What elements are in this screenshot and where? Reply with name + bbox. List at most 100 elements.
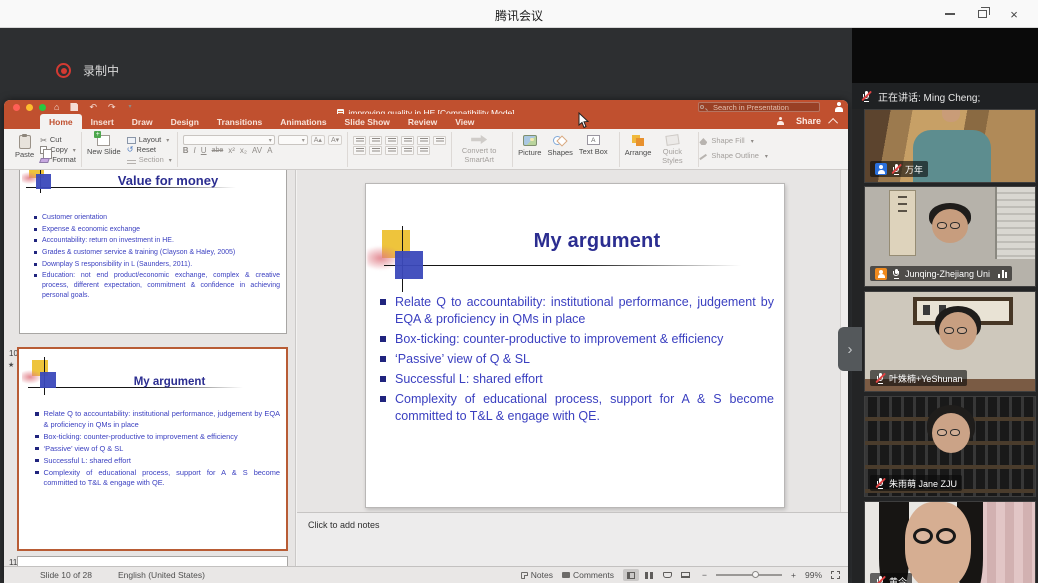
numbering-button[interactable] [369, 136, 382, 145]
zoom-slider[interactable] [716, 574, 782, 576]
comments-toggle[interactable]: Comments [562, 570, 614, 580]
share-button[interactable]: Share [796, 116, 821, 126]
tab-slideshow[interactable]: Slide Show [336, 114, 399, 129]
search-input[interactable] [698, 102, 820, 112]
slideshow-button[interactable] [677, 569, 693, 581]
notes-toggle[interactable]: Notes [521, 570, 553, 580]
zoom-in-button[interactable]: + [791, 570, 796, 580]
video-tile[interactable]: 万年 [864, 109, 1036, 183]
slide-thumbnail-panel: Value for money Customer orientation Exp… [4, 170, 296, 566]
font-size-select[interactable] [278, 135, 308, 145]
notes-pane[interactable]: Click to add notes [297, 512, 848, 566]
columns-button[interactable] [417, 146, 430, 155]
strikethrough-button[interactable]: abe [212, 147, 224, 154]
participant-name: 黄今 [889, 575, 907, 583]
reading-view-button[interactable] [659, 569, 675, 581]
align-center-button[interactable] [369, 146, 382, 155]
tab-animations[interactable]: Animations [271, 114, 335, 129]
muted-mic-icon [861, 91, 871, 102]
fit-to-window-icon[interactable] [831, 571, 840, 579]
convert-smartart-button[interactable]: Convert to SmartArt [457, 133, 501, 164]
paste-button[interactable]: Paste [15, 135, 34, 160]
quick-styles-button[interactable]: Quick Styles [657, 135, 687, 165]
zoom-out-button[interactable]: − [702, 570, 707, 580]
record-icon [56, 63, 71, 78]
picture-button[interactable]: Picture [518, 135, 541, 158]
shape-outline-button[interactable]: Shape Outline▾ [699, 152, 768, 161]
tab-draw[interactable]: Draw [123, 114, 162, 129]
zoom-percent[interactable]: 99% [805, 570, 822, 580]
thumbnail-slide-11[interactable] [17, 556, 288, 566]
language-status[interactable]: English (United States) [118, 570, 205, 580]
minimize-icon [945, 13, 955, 14]
tab-home[interactable]: Home [40, 114, 82, 129]
slide-title[interactable]: My argument [366, 230, 784, 253]
tab-design[interactable]: Design [162, 114, 208, 129]
minimize-button[interactable] [934, 0, 966, 28]
tab-insert[interactable]: Insert [82, 114, 123, 129]
new-slide-icon [97, 135, 110, 146]
participant-label: Junqing-Zhejiang Uni [870, 266, 1012, 281]
thumbnail-value-for-money[interactable]: Value for money Customer orientation Exp… [19, 170, 287, 334]
clipboard-group: Paste ✂Cut Copy▾ Format [10, 132, 81, 167]
subscript-button[interactable]: x₂ [240, 146, 247, 155]
arrange-group: Arrange Quick Styles [619, 132, 699, 167]
slide-sorter-icon [645, 572, 653, 579]
shapes-button[interactable]: Shapes [547, 135, 572, 158]
shape-format-group: Shape Fill▾ Shape Outline▾ [698, 132, 768, 167]
section-button[interactable]: Section▾ [127, 155, 172, 165]
align-right-button[interactable] [385, 146, 398, 155]
thumb-slide-bullets: Customer orientation Expense & economic … [34, 213, 280, 303]
line-spacing-button[interactable] [417, 136, 430, 145]
normal-view-button[interactable] [623, 569, 639, 581]
bold-button[interactable]: B [183, 146, 189, 155]
new-slide-button[interactable]: New Slide [87, 135, 121, 157]
video-tile[interactable]: Junqing-Zhejiang Uni [864, 186, 1036, 287]
account-avatar[interactable] [834, 102, 844, 112]
thumbnail-my-argument-selected[interactable]: My argument Relate Q to accountability: … [17, 347, 288, 551]
underline-button[interactable]: U [201, 146, 207, 155]
collapse-video-panel-button[interactable]: › [838, 327, 862, 371]
italic-button[interactable]: I [194, 146, 196, 155]
text-direction-button[interactable] [433, 136, 446, 145]
layout-button[interactable]: Layout▾ [127, 135, 172, 145]
arrange-button[interactable]: Arrange [625, 135, 652, 158]
tab-view[interactable]: View [446, 114, 483, 129]
tab-transitions[interactable]: Transitions [208, 114, 271, 129]
copy-button[interactable]: Copy▾ [40, 145, 76, 155]
superscript-button[interactable]: x² [228, 146, 235, 155]
video-tile[interactable]: 叶姝楠+YeShunan [864, 291, 1036, 392]
cut-button[interactable]: ✂Cut [40, 135, 76, 145]
justify-button[interactable] [401, 146, 414, 155]
character-spacing-button[interactable]: AV [252, 146, 262, 155]
textbox-button[interactable]: A Text Box [579, 135, 608, 157]
font-name-select[interactable] [183, 135, 275, 145]
reset-button[interactable]: ↺Reset [127, 145, 172, 155]
tab-review[interactable]: Review [399, 114, 446, 129]
video-tile[interactable]: 黄今 [864, 501, 1036, 583]
grow-font-button[interactable]: A▴ [311, 135, 325, 145]
scissors-icon: ✂ [40, 136, 47, 145]
recording-label: 录制中 [83, 62, 119, 79]
align-left-button[interactable] [353, 146, 366, 155]
zoom-slider-knob[interactable] [752, 571, 759, 578]
speaking-volume-icon [998, 270, 1007, 278]
ribbon: Paste ✂Cut Copy▾ Format New Slide Layout… [4, 129, 848, 170]
layout-icon [127, 137, 136, 144]
member-badge-icon [875, 163, 887, 175]
video-tile[interactable]: 朱雨萌 Jane ZJU [864, 396, 1036, 497]
window-title: 腾讯会议 [0, 7, 1038, 24]
decrease-indent-button[interactable] [385, 136, 398, 145]
shrink-font-button[interactable]: A▾ [328, 135, 342, 145]
shape-fill-button[interactable]: Shape Fill▾ [699, 137, 753, 146]
slide-counter[interactable]: Slide 10 of 28 [40, 570, 92, 580]
slide-body-text[interactable]: Relate Q to accountability: institutiona… [380, 294, 774, 428]
collapse-ribbon-icon[interactable] [828, 117, 838, 127]
close-button[interactable]: × [998, 0, 1030, 28]
increase-indent-button[interactable] [401, 136, 414, 145]
slide-sorter-button[interactable] [641, 569, 657, 581]
restore-button[interactable] [966, 0, 998, 28]
font-color-button[interactable]: A [267, 146, 272, 155]
bullets-button[interactable] [353, 136, 366, 145]
slide-canvas[interactable]: My argument Relate Q to accountability: … [365, 183, 785, 508]
